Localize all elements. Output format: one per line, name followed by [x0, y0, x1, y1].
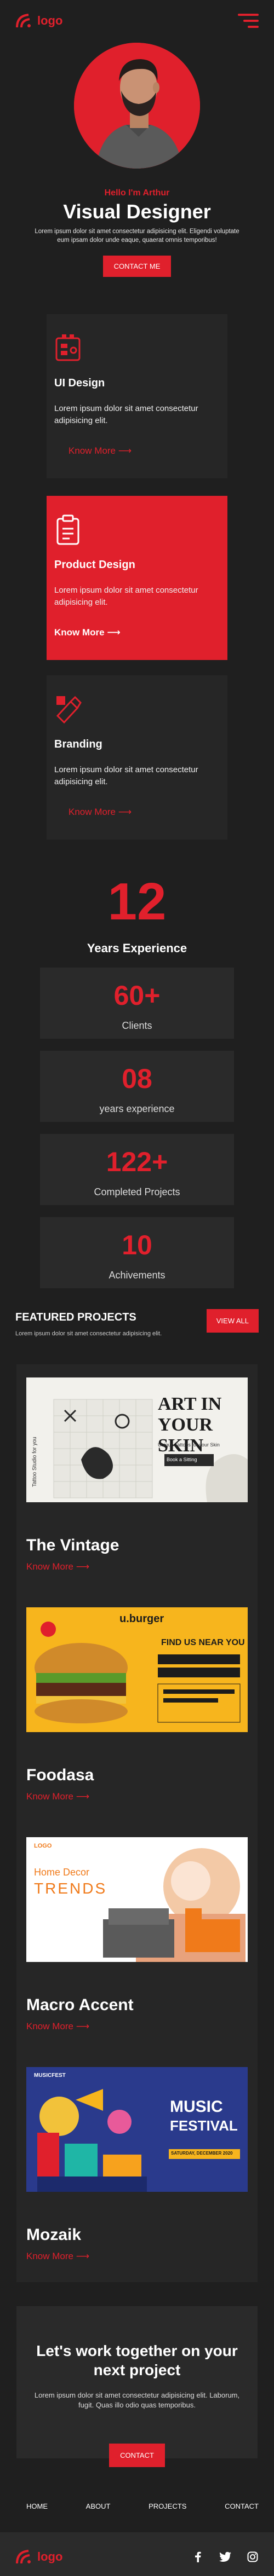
logo-icon — [16, 14, 31, 28]
clipboard-icon — [56, 514, 79, 545]
card-line-1: Home Decor — [34, 1867, 90, 1878]
project-thumbnail[interactable]: u.burger FIND US NEAR YOU — [26, 1607, 248, 1733]
service-title: UI Design — [54, 377, 105, 390]
footer-nav-about[interactable]: ABOUT — [86, 2502, 111, 2510]
project-card-macro-accent: LOGO Home Decor TRENDS Macro Accent Know… — [16, 1824, 258, 2054]
hero-description: Lorem ipsum dolor sit amet consectetur a… — [35, 228, 239, 244]
project-thumbnail[interactable]: LOGO Home Decor TRENDS — [26, 1837, 248, 1963]
know-more-link[interactable]: Know More ⟶ — [26, 2251, 89, 2262]
ui-design-icon — [55, 334, 81, 361]
service-title: Product Design — [54, 559, 135, 571]
service-title: Branding — [54, 738, 102, 751]
featured-title: FEATURED PROJECTS — [15, 1311, 136, 1324]
vertical-tagline: Tattoo Studio for you — [32, 1437, 38, 1487]
branding-icon — [56, 696, 82, 724]
view-all-button[interactable]: VIEW ALL — [206, 1309, 259, 1333]
know-more-link[interactable]: Know More ⟶ — [26, 1791, 89, 1802]
project-thumbnail[interactable]: Tattoo Studio for you ART IN YOUR SKIN U… — [26, 1377, 248, 1503]
card-brand: MUSICFEST — [34, 2073, 66, 2079]
project-thumbnail[interactable]: MUSICFEST MUSIC FESTIVAL SATURDAY, DECEM… — [26, 2067, 248, 2192]
project-title: Macro Accent — [26, 1996, 134, 2015]
featured-subtitle: Lorem ipsum dolor sit amet consectetur a… — [15, 1330, 162, 1338]
stat-card: 08 years experience — [40, 1051, 234, 1122]
stat-value: 122+ — [106, 1147, 168, 1178]
hero-title: Visual Designer — [63, 200, 211, 223]
card-brand: LOGO — [34, 1843, 52, 1850]
contact-me-button[interactable]: CONTACT ME — [102, 256, 172, 277]
service-text: Lorem ipsum dolor sit amet consectetur a… — [54, 765, 198, 786]
logo-text: logo — [37, 2550, 63, 2564]
stat-value: 08 — [122, 1063, 152, 1095]
stat-value: 10 — [122, 1230, 152, 1261]
decor-artwork — [103, 1848, 246, 1963]
logo[interactable]: logo — [15, 13, 62, 29]
footer-bar: logo — [0, 2532, 274, 2576]
card-line-1: MUSIC — [170, 2098, 223, 2116]
portrait-illustration — [74, 43, 200, 169]
card-headline-2: YOUR SKIN — [158, 1415, 213, 1456]
twitter-icon[interactable] — [219, 2551, 231, 2563]
cta-title: Let's work together on your next project — [36, 2342, 238, 2379]
footer-nav-contact[interactable]: CONTACT — [225, 2502, 259, 2510]
service-text: Lorem ipsum dolor sit amet consectetur a… — [54, 404, 198, 425]
card-headline-1: ART IN — [158, 1394, 222, 1415]
project-title: Mozaik — [26, 2226, 82, 2244]
know-more-link[interactable]: Know More ⟶ — [54, 627, 121, 638]
hero-greeting: Hello I'm Arthur — [104, 188, 170, 198]
stat-label: Clients — [122, 1020, 152, 1032]
footer-nav-projects[interactable]: PROJECTS — [149, 2502, 186, 2510]
card-heading: FIND US NEAR YOU — [161, 1638, 245, 1648]
card-tag: Unique Tattoos for your Skin — [158, 1442, 220, 1448]
project-card-mozaik: MUSICFEST MUSIC FESTIVAL SATURDAY, DECEM… — [16, 2054, 258, 2283]
service-card-ui-design: UI Design Lorem ipsum dolor sit amet con… — [47, 314, 227, 479]
project-card-vintage: Tattoo Studio for you ART IN YOUR SKIN U… — [16, 1364, 258, 1595]
stat-card: 10 Achivements — [40, 1217, 234, 1289]
card-button: Book a Sitting — [167, 1457, 197, 1463]
service-card-product-design: Product Design Lorem ipsum dolor sit ame… — [47, 496, 227, 661]
instagram-icon[interactable] — [247, 2551, 259, 2563]
footer-nav-home[interactable]: HOME — [26, 2502, 48, 2510]
hamburger-icon[interactable] — [238, 14, 259, 28]
stat-card: 60+ Clients — [40, 968, 234, 1039]
footer-logo[interactable]: logo — [15, 2549, 62, 2565]
cta-section: Let's work together on your next project… — [16, 2306, 258, 2468]
contact-button[interactable]: CONTACT — [109, 2444, 165, 2468]
stat-card: 122+ Completed Projects — [40, 1134, 234, 1206]
project-card-foodasa: u.burger FIND US NEAR YOU Foodasa Know M… — [16, 1594, 258, 1825]
service-text: Lorem ipsum dolor sit amet consectetur a… — [54, 586, 198, 607]
cta-text: Lorem ipsum dolor sit amet consectetur a… — [34, 2391, 240, 2409]
card-line-2: FESTIVAL — [170, 2117, 238, 2134]
stat-value: 60+ — [113, 980, 161, 1011]
top-header: logo — [0, 0, 274, 42]
stat-label: years experience — [99, 1103, 175, 1115]
stat-label: Achivements — [109, 1270, 165, 1281]
card-line-2: TRENDS — [34, 1880, 107, 1897]
know-more-link[interactable]: Know More ⟶ — [26, 1561, 89, 1572]
project-title: Foodasa — [26, 1766, 94, 1785]
portfolio-page: logo Hello I'm Arthur Visual Designer Lo… — [0, 0, 274, 2576]
know-more-link[interactable]: Know More ⟶ — [26, 2021, 89, 2032]
project-title: The Vintage — [26, 1536, 119, 1555]
logo-icon — [16, 2550, 31, 2564]
footer-nav: HOME ABOUT PROJECTS CONTACT — [0, 2502, 274, 2510]
hero-section: Hello I'm Arthur Visual Designer Lorem i… — [0, 42, 274, 277]
social-links — [192, 2551, 259, 2563]
know-more-link[interactable]: Know More ⟶ — [54, 445, 132, 456]
stat-label: Completed Projects — [94, 1186, 180, 1198]
featured-header: FEATURED PROJECTS Lorem ipsum dolor sit … — [0, 1309, 274, 1337]
service-card-branding: Branding Lorem ipsum dolor sit amet cons… — [47, 675, 227, 840]
card-brand: u.burger — [119, 1613, 164, 1625]
years-label: Years Experience — [87, 941, 187, 956]
logo-text: logo — [37, 14, 63, 27]
facebook-icon[interactable] — [192, 2551, 204, 2563]
years-number: 12 — [107, 872, 167, 931]
card-date: SATURDAY, DECEMBER 2020 — [171, 2151, 233, 2156]
avatar — [74, 43, 200, 169]
burger-artwork — [35, 1622, 241, 1724]
know-more-link[interactable]: Know More ⟶ — [54, 807, 132, 818]
